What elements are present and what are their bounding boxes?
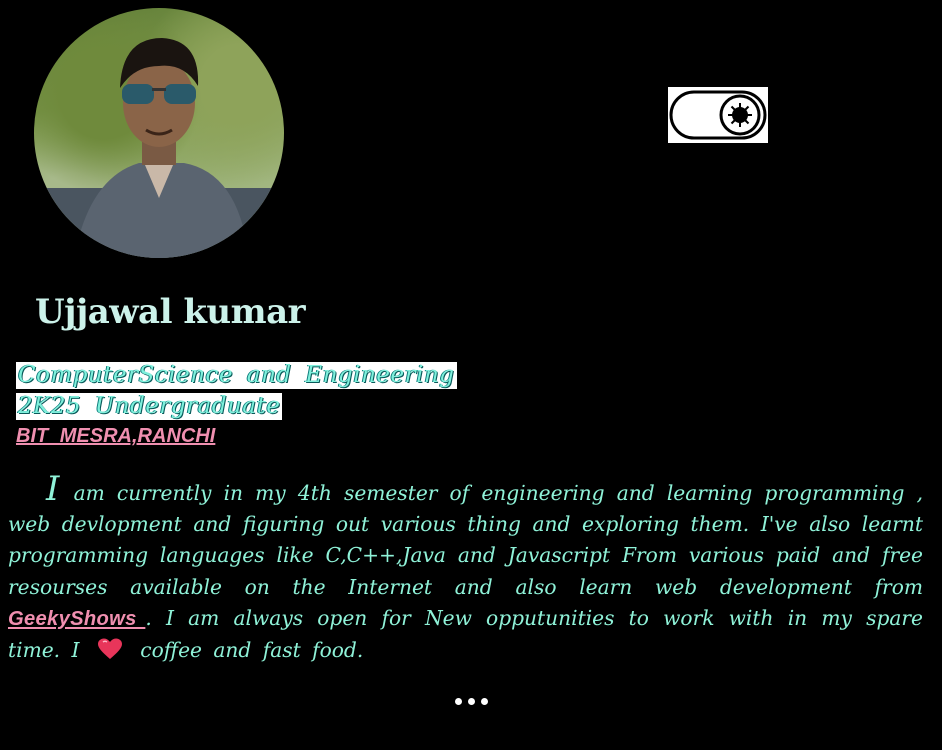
bio-drop-letter: I (46, 469, 60, 509)
dot-icon (481, 698, 488, 705)
profile-photo (34, 38, 284, 258)
dot-icon (468, 698, 475, 705)
college-link[interactable]: BIT MESRA,RANCHI (16, 425, 215, 448)
bio-text-part1: am currently in my 4th semester of engin… (8, 481, 923, 599)
geekyshows-link[interactable]: GeekyShows (8, 608, 145, 630)
more-dots-button[interactable] (455, 698, 488, 705)
profile-avatar (34, 8, 284, 258)
heart-icon (97, 638, 122, 660)
sun-icon (728, 103, 752, 127)
department-label: ComputerScience and Engineering (16, 362, 457, 389)
bio-text-part3: coffee and fast food. (128, 638, 364, 663)
theme-toggle-switch[interactable] (668, 87, 768, 143)
dot-icon (455, 698, 462, 705)
batch-label: 2K25 Undergraduate (16, 393, 283, 420)
profile-name: Ujjawal kumar (35, 292, 306, 332)
bio-paragraph: I am currently in my 4th semester of eng… (8, 472, 923, 666)
toggle-graphic (669, 90, 767, 140)
